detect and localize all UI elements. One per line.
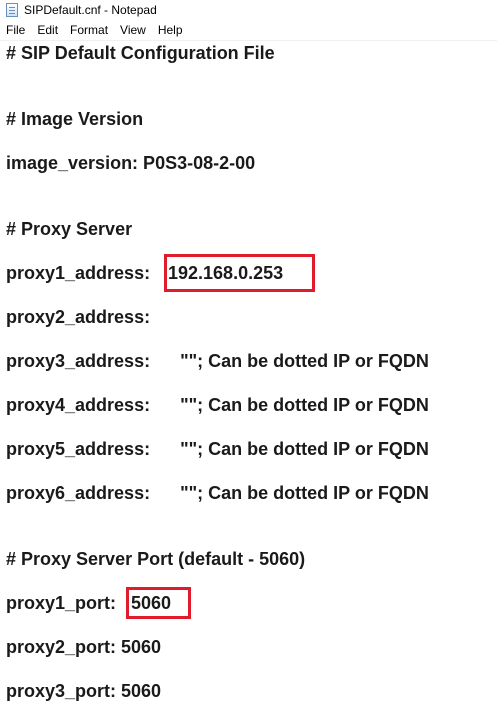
line-proxy-port-comment: # Proxy Server Port (default - 5060): [6, 549, 306, 569]
menu-file[interactable]: File: [0, 23, 31, 37]
line-proxy1-port-key: proxy1_port:: [6, 593, 117, 613]
line-proxy2-port: proxy2_port: 5060: [6, 637, 162, 657]
line-proxy5-address: proxy5_address: ""; Can be dotted IP or …: [6, 439, 429, 459]
line-header-comment: # SIP Default Configuration File: [6, 43, 275, 63]
line-image-version: image_version: P0S3-08-2-00: [6, 153, 256, 173]
window-title: SIPDefault.cnf - Notepad: [24, 3, 157, 17]
line-proxy3-port: proxy3_port: 5060: [6, 681, 162, 701]
menu-bar: File Edit Format View Help: [0, 20, 497, 41]
menu-edit[interactable]: Edit: [31, 23, 64, 37]
text-editor-area[interactable]: # SIP Default Configuration File # Image…: [0, 41, 497, 702]
line-proxy-server-comment: # Proxy Server: [6, 219, 133, 239]
line-proxy4-address: proxy4_address: ""; Can be dotted IP or …: [6, 395, 429, 415]
line-proxy1-address-key: proxy1_address:: [6, 263, 151, 283]
highlight-box-proxy1-port: [126, 587, 191, 619]
line-image-version-comment: # Image Version: [6, 109, 144, 129]
line-proxy6-address: proxy6_address: ""; Can be dotted IP or …: [6, 483, 429, 503]
notepad-icon: [6, 3, 18, 17]
line-proxy3-address: proxy3_address: ""; Can be dotted IP or …: [6, 351, 429, 371]
line-proxy2-address: proxy2_address:: [6, 307, 151, 327]
menu-view[interactable]: View: [114, 23, 152, 37]
title-bar: SIPDefault.cnf - Notepad: [0, 0, 497, 20]
menu-format[interactable]: Format: [64, 23, 114, 37]
highlight-box-proxy1-address: [164, 254, 315, 292]
menu-help[interactable]: Help: [152, 23, 189, 37]
